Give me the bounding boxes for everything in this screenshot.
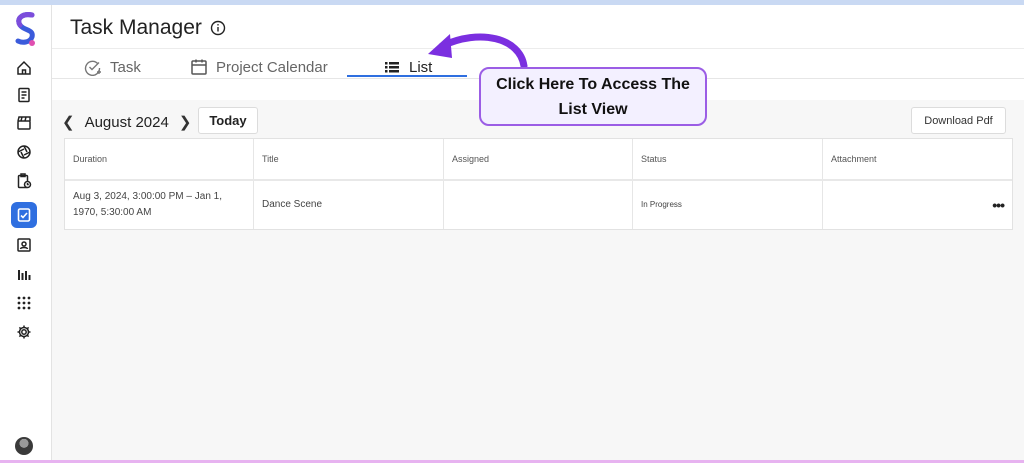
app-logo-icon[interactable] <box>12 11 40 49</box>
top-edge-bar <box>0 0 1024 5</box>
task-table: Duration Title Assigned Status Attachmen… <box>64 138 1013 230</box>
task-check-icon <box>84 60 101 76</box>
cell-assigned <box>444 181 633 229</box>
sidebar-contact-card-icon[interactable] <box>11 232 37 258</box>
sidebar-bar-chart-icon[interactable] <box>11 261 37 287</box>
table-row[interactable]: Aug 3, 2024, 3:00:00 PM – Jan 1, 1970, 5… <box>65 181 1012 229</box>
cell-status: In Progress <box>633 181 823 229</box>
sidebar-document-icon[interactable] <box>11 82 37 108</box>
sidebar-task-list-icon[interactable] <box>11 202 37 228</box>
calendar-icon <box>191 59 207 75</box>
page-title-text: Task Manager <box>70 16 202 39</box>
sidebar-aperture-icon[interactable] <box>11 139 37 165</box>
sidebar-home-icon[interactable] <box>11 55 37 81</box>
sidebar-clipboard-clock-icon[interactable] <box>11 168 37 194</box>
sidebar-settings-icon[interactable] <box>11 319 37 345</box>
column-header-attachment[interactable]: Attachment <box>823 139 1012 179</box>
month-navigator: ❮ August 2024 ❯ <box>62 110 191 134</box>
column-header-assigned[interactable]: Assigned <box>444 139 633 179</box>
chevron-right-icon[interactable]: ❯ <box>179 113 192 131</box>
info-icon[interactable] <box>210 20 226 36</box>
tab-project-calendar[interactable]: Project Calendar <box>190 56 328 78</box>
download-pdf-button[interactable]: Download Pdf <box>911 107 1006 134</box>
current-month-label: August 2024 <box>84 113 169 131</box>
table-header-row: Duration Title Assigned Status Attachmen… <box>65 139 1012 181</box>
column-header-status[interactable]: Status <box>633 139 823 179</box>
list-icon <box>385 62 399 73</box>
column-header-title[interactable]: Title <box>254 139 444 179</box>
tab-task-label: Task <box>110 58 141 76</box>
cell-duration: Aug 3, 2024, 3:00:00 PM – Jan 1, 1970, 5… <box>65 181 254 229</box>
page-title: Task Manager <box>70 16 226 40</box>
more-options-icon[interactable]: ••• <box>992 197 1005 213</box>
tab-project-calendar-label: Project Calendar <box>216 58 328 76</box>
header-divider <box>52 48 1024 49</box>
column-header-duration[interactable]: Duration <box>65 139 254 179</box>
callout-tooltip: Click Here To Access The List View <box>479 67 707 126</box>
sidebar-apps-grid-icon[interactable] <box>11 290 37 316</box>
today-button[interactable]: Today <box>198 107 258 134</box>
tab-task[interactable]: Task <box>84 56 141 78</box>
cell-title: Dance Scene <box>254 181 444 229</box>
chevron-left-icon[interactable]: ❮ <box>62 113 75 131</box>
user-avatar[interactable] <box>15 437 33 455</box>
cell-attachment: ••• <box>823 181 1012 229</box>
sidebar-clapperboard-icon[interactable] <box>11 110 37 136</box>
sidebar <box>0 5 52 460</box>
